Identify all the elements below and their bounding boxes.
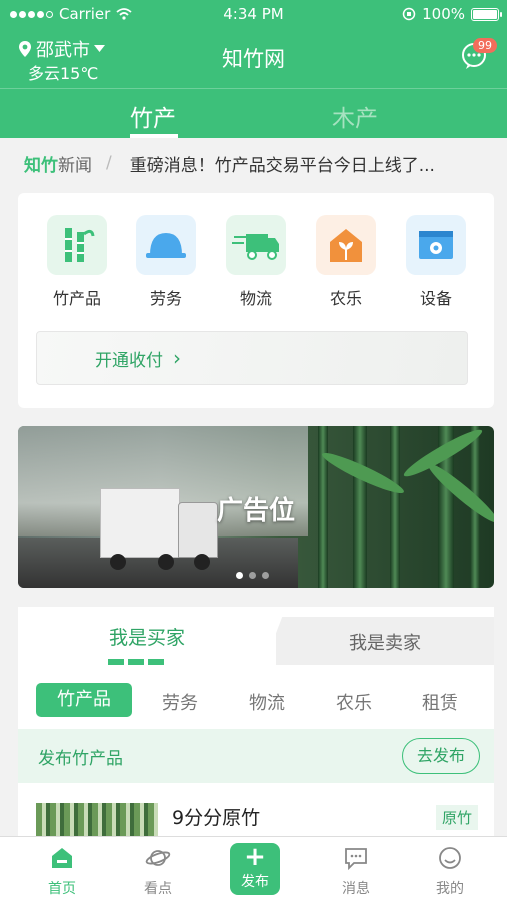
- category-card: 竹产品 劳务 物流 农乐 设备 开通收付 ›: [18, 193, 494, 408]
- tab-bamboo[interactable]: 竹产: [130, 99, 176, 133]
- page-title: 知竹网: [222, 47, 285, 71]
- tab-active-indicator: [108, 659, 168, 665]
- bamboo-icon: [47, 215, 107, 275]
- subtab-labor[interactable]: 劳务: [162, 689, 198, 715]
- orientation-lock-icon: [402, 7, 416, 21]
- tab-wood[interactable]: 木产: [332, 99, 378, 133]
- category-label: 物流: [239, 289, 272, 308]
- truck-wheel: [110, 554, 126, 570]
- category-labor[interactable]: 劳务: [131, 215, 201, 309]
- trade-panel: 我是卖家 我是买家 竹产品 劳务 物流 农乐 租赁 发布竹产品 去发布 9分分原…: [18, 607, 494, 847]
- battery-percent: 100%: [422, 5, 465, 23]
- payment-label: 开通收付: [95, 350, 163, 371]
- category-label: 竹产品: [52, 289, 101, 308]
- category-label: 设备: [419, 289, 452, 308]
- plus-icon: +: [244, 842, 266, 872]
- news-brand-suffix: 新闻: [58, 155, 92, 176]
- nav-profile[interactable]: 我的: [410, 843, 490, 898]
- banner-pager: [236, 572, 269, 579]
- truck-icon: [226, 215, 286, 275]
- category-label: 农乐: [329, 289, 362, 308]
- nav-label: 首页: [48, 881, 76, 897]
- chat-icon: [345, 848, 367, 871]
- chevron-right-icon: ›: [173, 346, 181, 370]
- helmet-icon: [136, 215, 196, 275]
- nav-label: 发布: [241, 874, 269, 890]
- status-bar: Carrier 4:34 PM 100%: [0, 0, 507, 30]
- nav-messages[interactable]: 消息: [316, 843, 396, 898]
- category-label: 劳务: [149, 289, 182, 308]
- news-headline: 重磅消息！竹产品交易平台今日上线了...: [129, 155, 435, 176]
- sub-tabs: 竹产品 劳务 物流 农乐 租赁: [18, 673, 494, 723]
- news-brand: 知竹: [24, 155, 58, 176]
- nav-label: 我的: [436, 881, 464, 897]
- category-agritainment[interactable]: 农乐: [311, 215, 381, 309]
- nav-label: 看点: [144, 881, 172, 897]
- truck-wheel: [194, 554, 210, 570]
- category-equipment[interactable]: 设备: [401, 215, 471, 309]
- subtab-rental[interactable]: 租赁: [422, 689, 458, 715]
- publish-bar: 发布竹产品 去发布: [18, 729, 494, 783]
- go-publish-button[interactable]: 去发布: [401, 738, 480, 774]
- news-ticker[interactable]: 知竹 新闻 / 重磅消息！竹产品交易平台今日上线了...: [0, 138, 507, 188]
- category-logistics[interactable]: 物流: [221, 215, 291, 309]
- header: Carrier 4:34 PM 100% 邵武市 多云15℃ 知竹网 99 竹产…: [0, 0, 507, 138]
- status-right: 100%: [402, 5, 502, 23]
- truck-wheel: [158, 554, 174, 570]
- subtab-agritainment[interactable]: 农乐: [336, 689, 372, 715]
- publish-bar-label: 发布竹产品: [38, 748, 123, 769]
- nav-highlights[interactable]: 看点: [118, 843, 198, 898]
- listing-title: 9分分原竹: [172, 807, 261, 829]
- bottom-nav: 首页 看点 + 发布 消息 我的: [0, 836, 507, 900]
- subtab-logistics[interactable]: 物流: [249, 689, 285, 715]
- subtab-bamboo-products[interactable]: 竹产品: [36, 683, 132, 717]
- category-bamboo-products[interactable]: 竹产品: [42, 215, 112, 309]
- pager-dot[interactable]: [249, 572, 256, 579]
- top-tabs: 竹产 木产: [0, 88, 507, 138]
- tab-divider: [264, 607, 286, 665]
- tab-buyer[interactable]: 我是买家: [18, 607, 276, 665]
- home-icon: [52, 848, 72, 868]
- equipment-icon: [406, 215, 466, 275]
- battery-icon: [471, 7, 502, 21]
- nav-home[interactable]: 首页: [22, 843, 102, 898]
- banner-ad-text: 广告位: [216, 496, 295, 526]
- nav-label: 消息: [342, 881, 370, 897]
- smile-icon: [439, 847, 461, 869]
- open-payment-button[interactable]: 开通收付 ›: [36, 331, 468, 385]
- listing-tag: 原竹: [435, 805, 478, 830]
- publish-button[interactable]: + 发布: [230, 843, 280, 895]
- planet-icon: [145, 850, 171, 866]
- app-screen: Carrier 4:34 PM 100% 邵武市 多云15℃ 知竹网 99 竹产…: [0, 0, 507, 900]
- farm-house-icon: [316, 215, 376, 275]
- message-button[interactable]: 99: [459, 38, 497, 72]
- ad-banner[interactable]: 广告位: [18, 426, 494, 588]
- pager-dot[interactable]: [262, 572, 269, 579]
- pager-dot-active[interactable]: [236, 572, 243, 579]
- news-separator: /: [106, 153, 112, 173]
- tab-seller[interactable]: 我是卖家: [276, 617, 494, 665]
- message-badge: 99: [473, 38, 497, 53]
